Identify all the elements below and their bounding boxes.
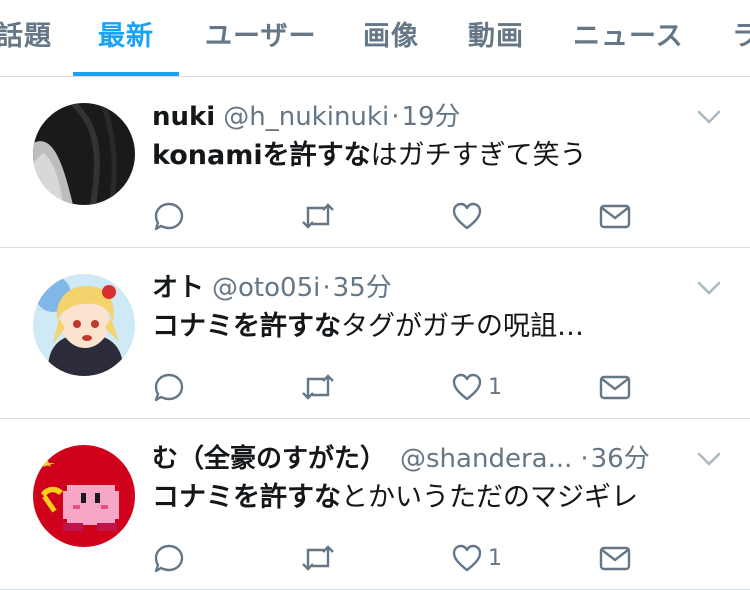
tweet-actions: 1 [152, 541, 652, 575]
retweet-icon [302, 374, 334, 400]
tab-top[interactable]: 話題 [0, 14, 52, 53]
retweet-icon [302, 203, 334, 229]
retweet-button[interactable] [300, 541, 340, 575]
direct-message-button[interactable] [598, 541, 632, 575]
tweet-actions [152, 199, 652, 233]
chevron-down-icon[interactable] [696, 278, 722, 298]
direct-message-button[interactable] [598, 199, 632, 233]
tab-news[interactable]: ニュース [573, 14, 684, 53]
display-name[interactable]: む（全豪のすがた） [152, 444, 386, 474]
separator-dot: · [322, 273, 331, 303]
anime-character-image [33, 274, 135, 376]
retweet-button[interactable] [300, 370, 340, 404]
search-tab-bar: 話題 最新 ユーザー 画像 動画 ニュース ラ [0, 0, 750, 77]
like-button[interactable]: 1 [450, 541, 502, 575]
heart-icon [452, 202, 482, 230]
tab-videos[interactable]: 動画 [468, 14, 524, 53]
avatar[interactable] [33, 445, 135, 547]
tweet[interactable]: nuki @h_nukinuki·19分 konamiを許すなはガチすぎて笑う [0, 77, 750, 248]
tweet-header: オト @oto05i·35分 [152, 270, 392, 306]
tweet-text: コナミを許すなとかいうただのマジギレ [152, 479, 638, 517]
tab-images[interactable]: 画像 [363, 14, 419, 53]
timestamp[interactable]: 19分 [401, 102, 460, 132]
tweet[interactable]: む（全豪のすがた） @shandera... ·36分 コナミを許すなとかいうただの… [0, 419, 750, 590]
chevron-down-icon[interactable] [696, 449, 722, 469]
timestamp[interactable]: 35分 [333, 273, 392, 303]
search-keyword: コナミを許すな [152, 482, 341, 513]
tweet-text-rest: タグがガチの呪詛… [341, 311, 584, 342]
envelope-icon [599, 204, 631, 229]
tweet-header: nuki @h_nukinuki·19分 [152, 99, 461, 135]
tab-users[interactable]: ユーザー [205, 14, 316, 53]
display-name[interactable]: nuki [152, 102, 215, 132]
like-count: 1 [488, 374, 502, 400]
user-handle[interactable]: @h_nukinuki [223, 102, 389, 132]
separator-dot: · [391, 102, 400, 132]
chevron-down-icon[interactable] [696, 107, 722, 127]
user-handle[interactable]: @oto05i [212, 273, 320, 303]
display-name[interactable]: オト [152, 273, 204, 303]
active-tab-indicator [73, 72, 179, 76]
search-keyword: konamiを許すな [152, 140, 371, 171]
tweet-text: konamiを許すなはガチすぎて笑う [152, 137, 587, 175]
like-button[interactable]: 1 [450, 370, 502, 404]
tweet-text-rest: はガチすぎて笑う [370, 140, 587, 171]
reply-icon [154, 202, 184, 231]
separator-dot: · [580, 444, 589, 474]
user-handle[interactable]: @shandera... [400, 444, 572, 474]
retweet-icon [302, 545, 334, 571]
tweet-header: む（全豪のすがた） @shandera... ·36分 [152, 441, 650, 477]
tab-live[interactable]: ラ [732, 14, 750, 53]
reply-button[interactable] [152, 541, 186, 575]
direct-message-button[interactable] [598, 370, 632, 404]
retweet-button[interactable] [300, 199, 340, 233]
timestamp[interactable]: 36分 [591, 444, 650, 474]
pixel-kirby-image [33, 445, 135, 547]
envelope-icon [599, 375, 631, 400]
reply-button[interactable] [152, 370, 186, 404]
like-button[interactable] [450, 199, 488, 233]
tweet-text: コナミを許すなタグがガチの呪詛… [152, 308, 584, 346]
envelope-icon [599, 546, 631, 571]
reply-icon [154, 544, 184, 573]
tweet[interactable]: オト @oto05i·35分 コナミを許すなタグがガチの呪詛… 1 [0, 248, 750, 419]
like-count: 1 [488, 545, 502, 571]
heart-icon [452, 544, 482, 572]
tweet-text-rest: とかいうただのマジギレ [341, 482, 638, 513]
tweet-actions: 1 [152, 370, 652, 404]
avatar[interactable] [33, 103, 135, 205]
heart-icon [452, 373, 482, 401]
reply-button[interactable] [152, 199, 186, 233]
search-keyword: コナミを許すな [152, 311, 341, 342]
dark-hair-portrait-image [33, 103, 135, 205]
reply-icon [154, 373, 184, 402]
avatar[interactable] [33, 274, 135, 376]
tab-latest[interactable]: 最新 [98, 14, 154, 53]
